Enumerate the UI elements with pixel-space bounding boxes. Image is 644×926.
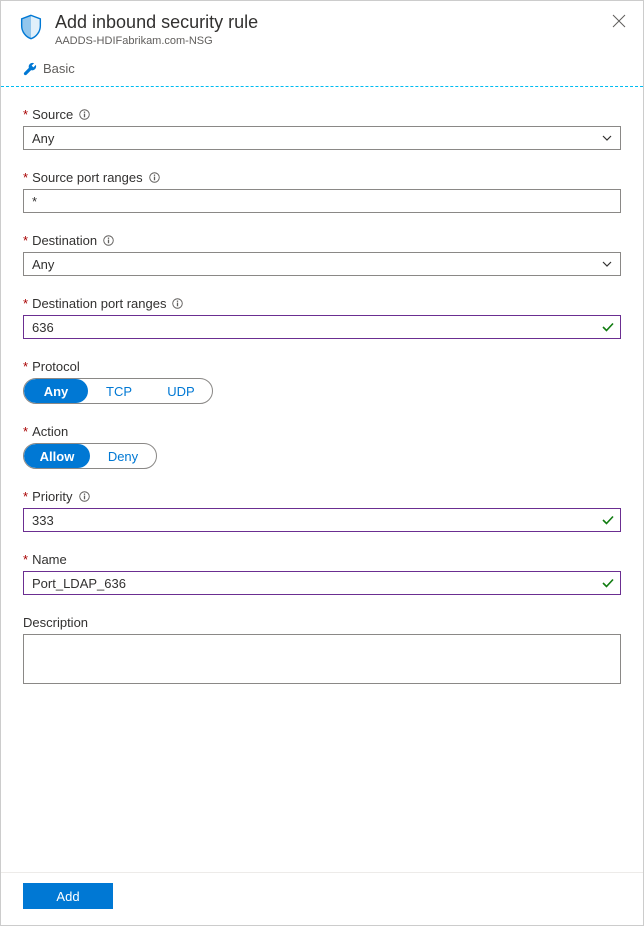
- info-icon[interactable]: [149, 172, 160, 183]
- required-marker: *: [23, 107, 28, 122]
- destination-port-ranges-input[interactable]: [23, 315, 621, 339]
- label-protocol: * Protocol: [23, 359, 621, 374]
- protocol-any[interactable]: Any: [24, 379, 88, 403]
- destination-select[interactable]: [23, 252, 621, 276]
- check-icon: [601, 320, 615, 334]
- field-source-port-ranges: * Source port ranges: [23, 170, 621, 213]
- label-action: * Action: [23, 424, 621, 439]
- info-icon[interactable]: [103, 235, 114, 246]
- panel-title: Add inbound security rule: [55, 11, 627, 34]
- source-select[interactable]: [23, 126, 621, 150]
- basic-toggle[interactable]: Basic: [1, 55, 643, 87]
- check-icon: [601, 513, 615, 527]
- field-protocol: * Protocol Any TCP UDP: [23, 359, 621, 404]
- field-destination: * Destination: [23, 233, 621, 276]
- info-icon[interactable]: [79, 491, 90, 502]
- action-deny[interactable]: Deny: [90, 444, 156, 468]
- required-marker: *: [23, 552, 28, 567]
- required-marker: *: [23, 170, 28, 185]
- required-marker: *: [23, 296, 28, 311]
- required-marker: *: [23, 424, 28, 439]
- info-icon[interactable]: [172, 298, 183, 309]
- label-destination: * Destination: [23, 233, 621, 248]
- protocol-tcp[interactable]: TCP: [88, 379, 150, 403]
- action-allow[interactable]: Allow: [24, 444, 90, 468]
- protocol-toggle: Any TCP UDP: [23, 378, 213, 404]
- field-name: * Name: [23, 552, 621, 595]
- source-port-ranges-input[interactable]: [23, 189, 621, 213]
- required-marker: *: [23, 489, 28, 504]
- close-icon: [612, 14, 626, 28]
- form-area: * Source * Source port ranges * Destinat…: [1, 87, 643, 717]
- label-destination-port-ranges: * Destination port ranges: [23, 296, 621, 311]
- header-text: Add inbound security rule AADDS-HDIFabri…: [55, 11, 627, 47]
- protocol-udp[interactable]: UDP: [150, 379, 212, 403]
- action-toggle: Allow Deny: [23, 443, 157, 469]
- shield-icon: [17, 13, 45, 41]
- field-description: Description: [23, 615, 621, 687]
- field-action: * Action Allow Deny: [23, 424, 621, 469]
- check-icon: [601, 576, 615, 590]
- priority-input[interactable]: [23, 508, 621, 532]
- panel-footer: Add: [1, 872, 643, 925]
- info-icon[interactable]: [79, 109, 90, 120]
- description-input[interactable]: [23, 634, 621, 684]
- label-priority: * Priority: [23, 489, 621, 504]
- field-source: * Source: [23, 107, 621, 150]
- label-name: * Name: [23, 552, 621, 567]
- panel-subtitle: AADDS-HDIFabrikam.com-NSG: [55, 35, 627, 47]
- required-marker: *: [23, 233, 28, 248]
- basic-label: Basic: [43, 61, 75, 76]
- panel-header: Add inbound security rule AADDS-HDIFabri…: [1, 1, 643, 55]
- label-description: Description: [23, 615, 621, 630]
- field-priority: * Priority: [23, 489, 621, 532]
- label-source: * Source: [23, 107, 621, 122]
- required-marker: *: [23, 359, 28, 374]
- name-input[interactable]: [23, 571, 621, 595]
- field-destination-port-ranges: * Destination port ranges: [23, 296, 621, 339]
- label-source-port-ranges: * Source port ranges: [23, 170, 621, 185]
- wrench-icon: [23, 62, 37, 76]
- add-button[interactable]: Add: [23, 883, 113, 909]
- close-button[interactable]: [609, 11, 629, 31]
